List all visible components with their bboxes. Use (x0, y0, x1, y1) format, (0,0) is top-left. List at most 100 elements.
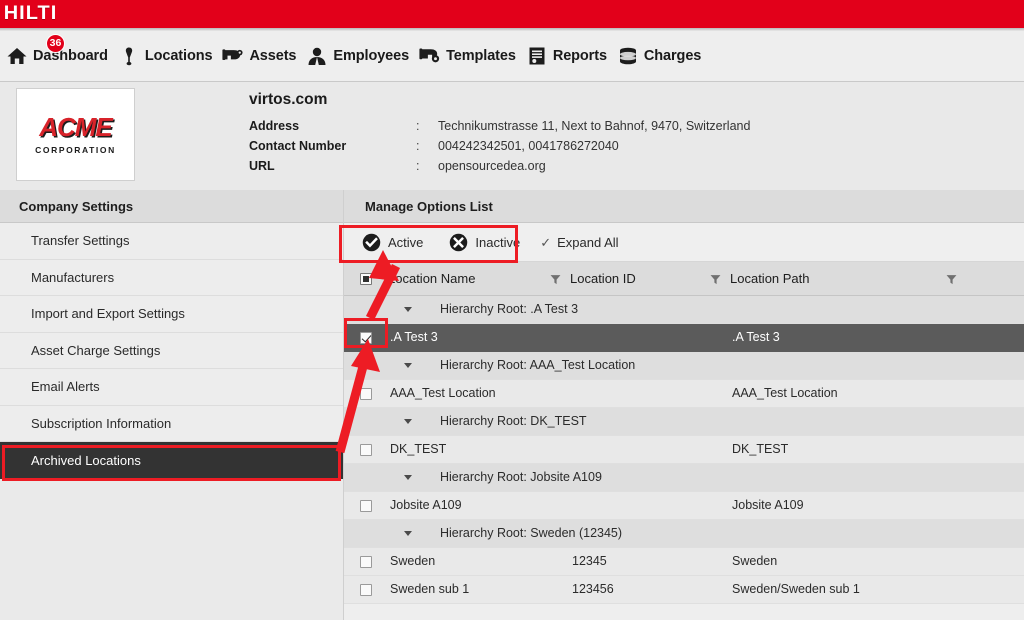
row-checkbox-cell[interactable] (344, 547, 388, 576)
hilti-logo: HILTI (3, 3, 58, 24)
group-name: Hierarchy Root: Jobsite A109 (440, 470, 602, 484)
table-row[interactable]: DK_TEST DK_TEST (344, 435, 1024, 464)
filter-funnel-icon[interactable] (710, 273, 721, 284)
cell-location-path: Jobsite A109 (730, 491, 966, 520)
sidebar-item-subscription-information[interactable]: Subscription Information (0, 405, 343, 442)
cell-truncated (966, 435, 1024, 464)
collapse-caret-icon[interactable] (404, 418, 412, 424)
location-pin-icon (118, 45, 140, 67)
row-checkbox[interactable] (360, 387, 372, 400)
column-header-location-id[interactable]: Location ID (570, 262, 730, 296)
collapse-caret-icon[interactable] (404, 530, 412, 536)
company-detail-row: Address : Technikumstrasse 11, Next to B… (249, 116, 750, 136)
cell-truncated (966, 379, 1024, 408)
row-checkbox-cell (344, 351, 388, 380)
collapse-caret-icon[interactable] (404, 306, 412, 312)
column-header-location-path[interactable]: Location Path (730, 262, 966, 296)
nav-item-charges[interactable]: Charges (611, 31, 705, 82)
row-checkbox-cell (344, 295, 388, 324)
row-checkbox-cell (344, 463, 388, 492)
inactive-filter-button[interactable]: Inactive (449, 233, 520, 252)
sidebar-item-import-and-export-settings[interactable]: Import and Export Settings (0, 296, 343, 333)
table-row[interactable]: Sweden sub 1 123456 Sweden/Sweden sub 1 (344, 575, 1024, 604)
sidebar-header: Company Settings (0, 190, 343, 223)
column-header-truncated[interactable] (966, 262, 1024, 296)
company-detail-row: URL : opensourcedea.org (249, 156, 750, 176)
location-name-text: Sweden (390, 554, 436, 568)
contact-number-value: 004242342501, 0041786272040 (438, 139, 619, 153)
row-checkbox[interactable] (360, 583, 372, 596)
table-row[interactable]: Sweden 12345 Sweden (344, 547, 1024, 576)
table-row-group[interactable]: Hierarchy Root: .A Test 3 (344, 295, 1024, 324)
column-header-select-all[interactable] (344, 262, 388, 296)
active-filter-button[interactable]: Active (362, 233, 423, 252)
nav-item-locations[interactable]: Locations (112, 31, 217, 82)
company-detail-row: Contact Number : 004242342501, 004178627… (249, 136, 750, 156)
nav-item-assets[interactable]: Assets (216, 31, 300, 82)
status-filter-toolbar: Active Inactive ✓ Expand All (344, 223, 1024, 262)
table-row-group[interactable]: Hierarchy Root: Sweden (12345) (344, 519, 1024, 548)
row-checkbox[interactable] (360, 331, 372, 344)
sidebar-item-asset-charge-settings[interactable]: Asset Charge Settings (0, 332, 343, 369)
row-checkbox[interactable] (360, 555, 372, 568)
table-row[interactable]: .A Test 3 .A Test 3 (344, 323, 1024, 352)
manage-options-panel: Manage Options List Active Inactive ✓ Ex… (344, 190, 1024, 620)
company-header: ACME CORPORATION virtos.com Address : Te… (0, 83, 1024, 190)
row-checkbox[interactable] (360, 443, 372, 456)
contact-number-separator: : (416, 139, 420, 153)
collapse-caret-icon[interactable] (404, 474, 412, 480)
sidebar-item-label: Import and Export Settings (31, 306, 185, 322)
location-path-text: .A Test 3 (732, 330, 780, 344)
nav-item-employees[interactable]: Employees (300, 31, 413, 82)
url-value: opensourcedea.org (438, 159, 546, 173)
select-all-checkbox[interactable] (360, 273, 372, 286)
row-checkbox-cell[interactable] (344, 323, 388, 352)
active-filter-label: Active (388, 234, 424, 250)
filter-funnel-icon[interactable] (946, 273, 957, 284)
location-id-text: 123456 (572, 582, 614, 596)
location-name-text: Jobsite A109 (390, 498, 462, 512)
table-row-group[interactable]: Hierarchy Root: Jobsite A109 (344, 463, 1024, 492)
sidebar-item-label: Email Alerts (31, 379, 100, 395)
sidebar-item-manufacturers[interactable]: Manufacturers (0, 259, 343, 296)
application-window: HILTI Dashboard 36 Locations Assets Empl… (0, 0, 1024, 620)
company-logo: ACME CORPORATION (16, 88, 135, 181)
nav-item-reports[interactable]: Reports (520, 31, 611, 82)
location-path-text: DK_TEST (732, 442, 789, 456)
cell-truncated (966, 491, 1024, 520)
filter-funnel-icon[interactable] (550, 273, 561, 284)
sidebar-item-archived-locations[interactable]: Archived Locations (0, 442, 343, 479)
row-checkbox-cell[interactable] (344, 379, 388, 408)
table-row[interactable]: Jobsite A109 Jobsite A109 (344, 491, 1024, 520)
nav-item-dashboard[interactable]: Dashboard 36 (0, 31, 112, 82)
cell-location-id: 12345 (570, 547, 730, 576)
table-row-group[interactable]: Hierarchy Root: DK_TEST (344, 407, 1024, 436)
tool-gear-icon (419, 45, 441, 67)
expand-all-checkbox[interactable]: ✓ Expand All (540, 235, 618, 250)
nav-label-charges: Charges (643, 48, 702, 64)
location-name-text: DK_TEST (390, 442, 447, 456)
column-header-location-name-label: Location Name (388, 270, 476, 286)
nav-label-dashboard: Dashboard (33, 48, 108, 64)
address-value: Technikumstrasse 11, Next to Bahnof, 947… (438, 119, 751, 133)
row-checkbox[interactable] (360, 499, 372, 512)
row-checkbox-cell[interactable] (344, 491, 388, 520)
row-checkbox-cell[interactable] (344, 575, 388, 604)
table-row[interactable]: AAA_Test Location AAA_Test Location (344, 379, 1024, 408)
locations-table-body: Hierarchy Root: .A Test 3 .A Test 3 .A T… (344, 295, 1024, 604)
nav-item-templates[interactable]: Templates (413, 31, 520, 82)
company-logo-subtext: CORPORATION (35, 145, 116, 155)
row-checkbox-cell[interactable] (344, 435, 388, 464)
group-name: Hierarchy Root: Sweden (12345) (440, 526, 623, 540)
column-header-location-name[interactable]: Location Name (388, 262, 570, 296)
cell-location-name: .A Test 3 (388, 323, 570, 352)
nav-label-locations: Locations (144, 48, 213, 64)
sidebar-item-transfer-settings[interactable]: Transfer Settings (0, 223, 343, 260)
table-row-group[interactable]: Hierarchy Root: AAA_Test Location (344, 351, 1024, 380)
contact-number-label: Contact Number (249, 139, 347, 153)
report-document-icon (526, 45, 548, 67)
cell-location-id (570, 435, 730, 464)
collapse-caret-icon[interactable] (404, 362, 412, 368)
sidebar-item-email-alerts[interactable]: Email Alerts (0, 369, 343, 406)
sidebar-item-label: Archived Locations (31, 452, 141, 468)
